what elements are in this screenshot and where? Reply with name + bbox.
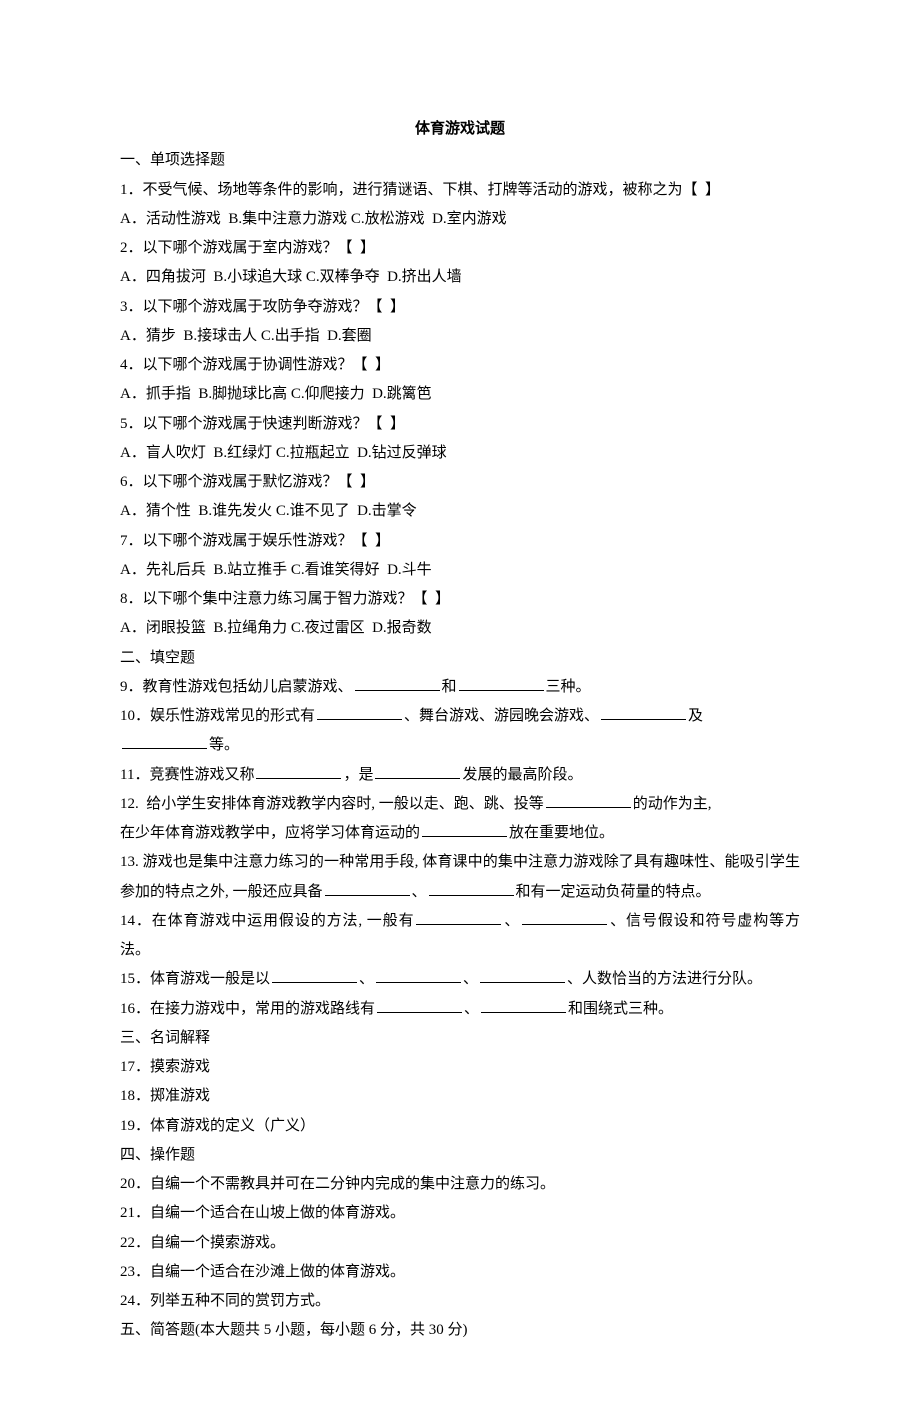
q23-text: 23．自编一个适合在沙滩上做的体育游戏。 xyxy=(120,1258,800,1287)
q6-options: A．猜个性 B.谁先发火 C.谁不见了 D.击掌令 xyxy=(120,497,800,526)
blank-input[interactable] xyxy=(325,880,410,896)
q16-part-c: 和围绕式三种。 xyxy=(568,1001,673,1017)
q20-text: 20．自编一个不需教具并可在二分钟内完成的集中注意力的练习。 xyxy=(120,1170,800,1199)
q8-text: 8．以下哪个集中注意力练习属于智力游戏？【 】 xyxy=(120,585,800,614)
q12-part-c: 在少年体育游戏教学中，应将学习体育运动的 xyxy=(120,825,420,841)
q5-options: A．盲人吹灯 B.红绿灯 C.拉瓶起立 D.钻过反弹球 xyxy=(120,439,800,468)
q12-part-d: 放在重要地位。 xyxy=(509,825,614,841)
q10-part-d: 等。 xyxy=(209,737,239,753)
q15-line: 15．体育游戏一般是以 、 、 、人数恰当的方法进行分队。 xyxy=(120,965,800,994)
q7-text: 7．以下哪个游戏属于娱乐性游戏？【 】 xyxy=(120,527,800,556)
q10-part-c: 及 xyxy=(688,708,703,724)
q15-part-d: 、人数恰当的方法进行分队。 xyxy=(567,971,762,987)
q1-options: A．活动性游戏 B.集中注意力游戏 C.放松游戏 D.室内游戏 xyxy=(120,205,800,234)
q11-line: 11．竞赛性游戏又称 ，是 发展的最高阶段。 xyxy=(120,761,800,790)
section-1-header: 一、单项选择题 xyxy=(120,146,800,175)
q11-part-a: 11．竞赛性游戏又称 xyxy=(120,767,254,783)
page-title: 体育游戏试题 xyxy=(120,115,800,144)
q12-line2: 在少年体育游戏教学中，应将学习体育运动的 放在重要地位。 xyxy=(120,819,800,848)
blank-input[interactable] xyxy=(522,909,607,925)
q14-line: 14．在体育游戏中运用假设的方法, 一般有、、信号假设和符号虚构等方法。 xyxy=(120,907,800,966)
q4-options: A．抓手指 B.脚抛球比高 C.仰爬接力 D.跳篱笆 xyxy=(120,380,800,409)
q13-part-b: 、 xyxy=(412,884,427,900)
blank-input[interactable] xyxy=(317,704,402,720)
blank-input[interactable] xyxy=(122,733,207,749)
q2-text: 2．以下哪个游戏属于室内游戏？【 】 xyxy=(120,234,800,263)
q9-line: 9．教育性游戏包括幼儿启蒙游戏、 和 三种。 xyxy=(120,673,800,702)
section-5-header: 五、简答题(本大题共 5 小题，每小题 6 分，共 30 分) xyxy=(120,1316,800,1345)
q10-line1: 10．娱乐性游戏常见的形式有 、舞台游戏、游园晚会游戏、 及 xyxy=(120,702,800,731)
blank-input[interactable] xyxy=(376,967,461,983)
q13-line: 13. 游戏也是集中注意力练习的一种常用手段, 体育课中的集中注意力游戏除了具有… xyxy=(120,848,800,907)
q6-text: 6．以下哪个游戏属于默忆游戏？【 】 xyxy=(120,468,800,497)
q1-text: 1．不受气候、场地等条件的影响，进行猜谜语、下棋、打牌等活动的游戏，被称之为【 … xyxy=(120,176,800,205)
blank-input[interactable] xyxy=(377,997,462,1013)
q10-line2: 等。 xyxy=(120,731,800,760)
q10-part-b: 、舞台游戏、游园晚会游戏、 xyxy=(404,708,599,724)
q13-part-c: 和有一定运动负荷量的特点。 xyxy=(516,884,711,900)
q22-text: 22．自编一个摸索游戏。 xyxy=(120,1229,800,1258)
q21-text: 21．自编一个适合在山坡上做的体育游戏。 xyxy=(120,1199,800,1228)
q10-part-a: 10．娱乐性游戏常见的形式有 xyxy=(120,708,315,724)
q7-options: A．先礼后兵 B.站立推手 C.看谁笑得好 D.斗牛 xyxy=(120,556,800,585)
q16-line: 16．在接力游戏中，常用的游戏路线有 、 和围绕式三种。 xyxy=(120,995,800,1024)
blank-input[interactable] xyxy=(429,880,514,896)
q16-part-b: 、 xyxy=(464,1001,479,1017)
blank-input[interactable] xyxy=(416,909,501,925)
q11-part-c: 发展的最高阶段。 xyxy=(462,767,582,783)
q3-options: A．猜步 B.接球击人 C.出手指 D.套圈 xyxy=(120,322,800,351)
blank-input[interactable] xyxy=(480,967,565,983)
q9-part-b: 和 xyxy=(442,679,457,695)
q18-text: 18．掷准游戏 xyxy=(120,1082,800,1111)
q4-text: 4．以下哪个游戏属于协调性游戏？【 】 xyxy=(120,351,800,380)
q8-options: A．闭眼投篮 B.拉绳角力 C.夜过雷区 D.报奇数 xyxy=(120,614,800,643)
q14-part-b: 、 xyxy=(503,913,520,929)
q5-text: 5．以下哪个游戏属于快速判断游戏？【 】 xyxy=(120,410,800,439)
blank-input[interactable] xyxy=(459,675,544,691)
q15-part-b: 、 xyxy=(359,971,374,987)
blank-input[interactable] xyxy=(481,997,566,1013)
section-4-header: 四、操作题 xyxy=(120,1141,800,1170)
q19-text: 19．体育游戏的定义（广义） xyxy=(120,1112,800,1141)
q9-part-c: 三种。 xyxy=(546,679,591,695)
blank-input[interactable] xyxy=(272,967,357,983)
q2-options: A．四角拔河 B.小球追大球 C.双棒争夺 D.挤出人墙 xyxy=(120,263,800,292)
q15-part-a: 15．体育游戏一般是以 xyxy=(120,971,270,987)
blank-input[interactable] xyxy=(375,763,460,779)
q3-text: 3．以下哪个游戏属于攻防争夺游戏？【 】 xyxy=(120,293,800,322)
q12-part-a: 12. 给小学生安排体育游戏教学内容时, 一般以走、跑、跳、投等 xyxy=(120,796,544,812)
q12-part-b: 的动作为主, xyxy=(633,796,712,812)
q15-part-c: 、 xyxy=(463,971,478,987)
q12-line1: 12. 给小学生安排体育游戏教学内容时, 一般以走、跑、跳、投等 的动作为主, xyxy=(120,790,800,819)
section-2-header: 二、填空题 xyxy=(120,644,800,673)
q14-part-a: 14．在体育游戏中运用假设的方法, 一般有 xyxy=(120,913,414,929)
q11-part-b: ，是 xyxy=(343,767,373,783)
section-3-header: 三、名词解释 xyxy=(120,1024,800,1053)
q9-part-a: 9．教育性游戏包括幼儿启蒙游戏、 xyxy=(120,679,353,695)
blank-input[interactable] xyxy=(256,763,341,779)
blank-input[interactable] xyxy=(601,704,686,720)
blank-input[interactable] xyxy=(422,821,507,837)
blank-input[interactable] xyxy=(355,675,440,691)
blank-input[interactable] xyxy=(546,792,631,808)
q16-part-a: 16．在接力游戏中，常用的游戏路线有 xyxy=(120,1001,375,1017)
q17-text: 17．摸索游戏 xyxy=(120,1053,800,1082)
